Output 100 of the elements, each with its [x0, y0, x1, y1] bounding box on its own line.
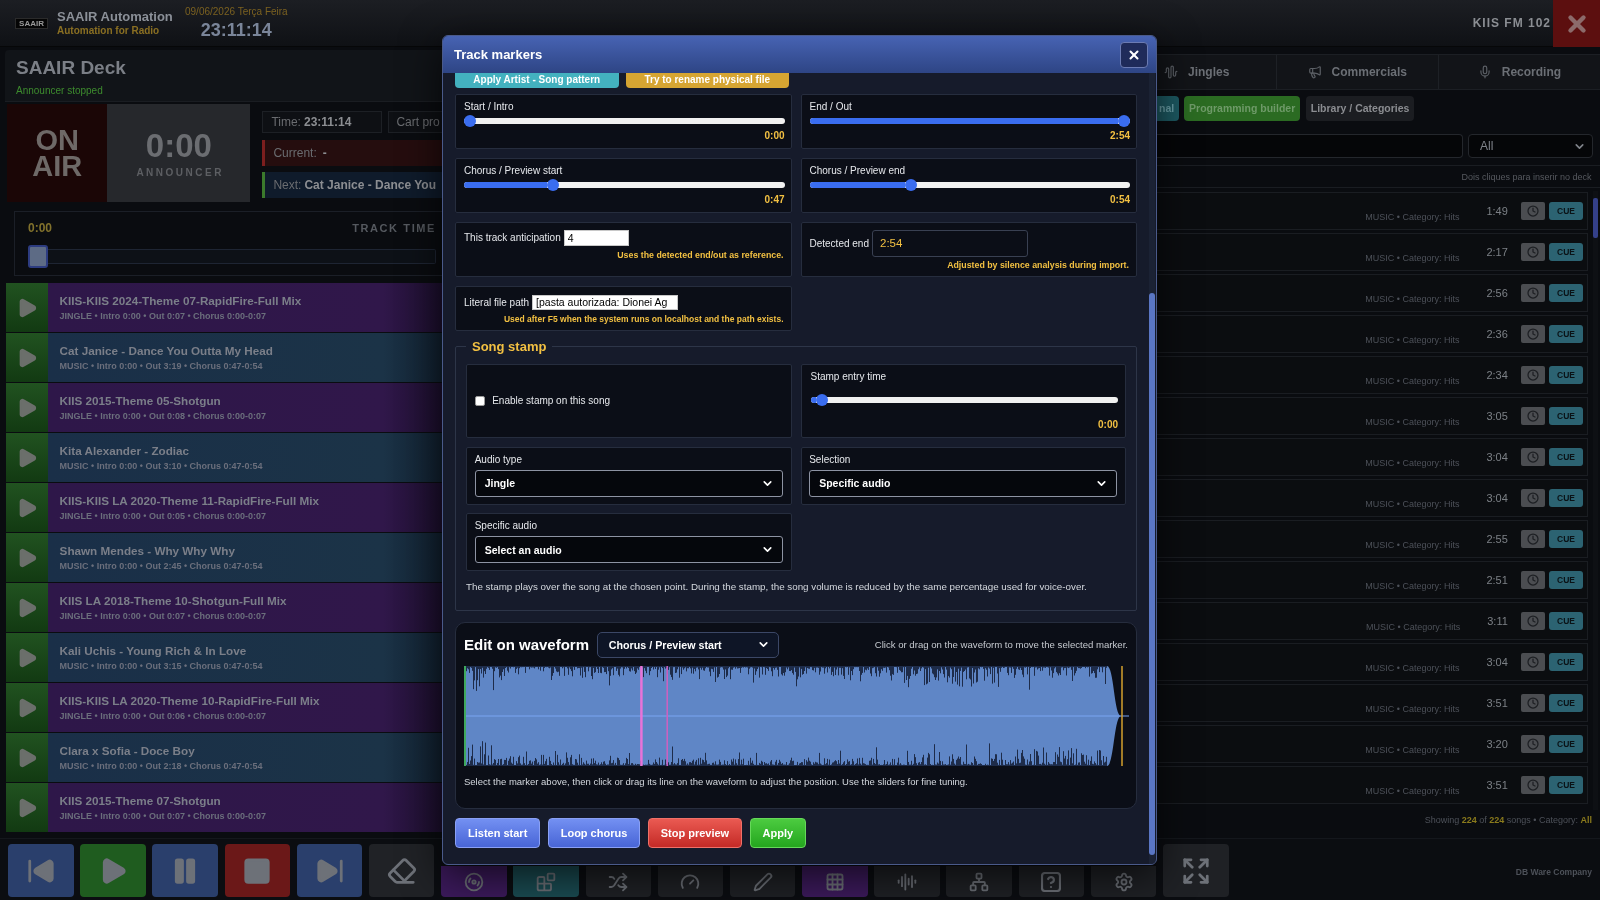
gauge-button[interactable] [657, 866, 724, 897]
library-row[interactable]: MUSIC • Category: Hits 3:11 CUE [1157, 602, 1588, 640]
schedule-button[interactable] [1521, 366, 1546, 385]
library-row[interactable]: MUSIC • Category: Hits 3:04 CUE [1157, 438, 1588, 476]
library-row[interactable]: MUSIC • Category: Hits 2:17 CUE [1157, 233, 1588, 271]
slider-thumb[interactable] [905, 179, 918, 192]
library-row[interactable]: MUSIC • Category: Hits 2:56 CUE [1157, 274, 1588, 312]
fullscreen-button[interactable] [1163, 844, 1229, 897]
search-field[interactable] [1157, 133, 1463, 159]
schedule-button[interactable] [1521, 776, 1546, 795]
cue-button[interactable]: CUE [1549, 694, 1583, 713]
specific-audio-select[interactable]: Select an audio [474, 536, 783, 564]
file-path-field[interactable]: [pasta autorizada: Dionei Ag [532, 294, 679, 311]
slider-track[interactable] [464, 182, 785, 189]
cue-button[interactable]: CUE [1549, 448, 1583, 467]
help-button[interactable] [1018, 866, 1085, 897]
playlist-item[interactable]: KIIS-KIIS LA 2020-Theme 11-RapidFire-Full Mix JINGLE • Intro 0:00 • Out 0:05 • Chorus 0:00-0:07 [47, 483, 442, 532]
action-button[interactable]: Apply Artist - Song pattern [455, 73, 619, 88]
schedule-button[interactable] [1521, 530, 1546, 549]
apply-button[interactable]: Apply [749, 818, 807, 849]
scrollbar[interactable] [1149, 73, 1155, 864]
playlist-item[interactable]: KIIS 2015-Theme 07-Shotgun JINGLE • Intro 0:00 • Out 0:07 • Chorus 0:00-0:07 [47, 783, 442, 832]
cue-button[interactable]: CUE [1549, 612, 1583, 631]
schedule-button[interactable] [1521, 735, 1546, 754]
waveform[interactable] [464, 665, 1129, 766]
cue-button[interactable]: CUE [1549, 202, 1583, 221]
pause-button[interactable] [152, 844, 218, 897]
playlist-item[interactable]: Kali Uchis - Young Rich & In Love MUSIC • Intro 0:00 • Out 3:15 • Chorus 0:47-0:54 [47, 633, 442, 682]
library-row[interactable]: MUSIC • Category: Hits 2:51 CUE [1157, 561, 1588, 599]
play-button[interactable] [6, 533, 48, 582]
playlist-item[interactable]: KIIS 2015-Theme 05-Shotgun JINGLE • Intro 0:00 • Out 0:08 • Chorus 0:00-0:07 [47, 383, 442, 432]
playlist-item[interactable]: Shawn Mendes - Why Why Why MUSIC • Intro 0:00 • Out 2:45 • Chorus 0:47-0:54 [47, 533, 442, 582]
cue-button[interactable]: CUE [1549, 325, 1583, 344]
schedule-button[interactable] [1521, 407, 1546, 426]
playlist-item[interactable]: Cat Janice - Dance You Outta My Head MUSIC • Intro 0:00 • Out 3:19 • Chorus 0:47-0:54 [47, 333, 442, 382]
library-row[interactable]: MUSIC • Category: Hits 2:55 CUE [1157, 520, 1588, 558]
cue-button[interactable]: CUE [1549, 776, 1583, 795]
blocks-button[interactable] [513, 866, 579, 897]
library-row[interactable]: MUSIC • Category: Hits 1:49 CUE [1157, 192, 1588, 230]
schedule-button[interactable] [1521, 325, 1546, 344]
library-row[interactable]: MUSIC • Category: Hits 3:20 CUE [1157, 725, 1588, 763]
slider-thumb[interactable] [547, 179, 560, 192]
scrollbar-thumb[interactable] [1593, 198, 1598, 239]
cue-button[interactable]: CUE [1549, 653, 1583, 672]
play-button[interactable] [6, 683, 48, 732]
tab[interactable]: Recording [1437, 54, 1600, 89]
preview-button[interactable]: Loop chorus [547, 818, 641, 849]
cue-button[interactable]: CUE [1549, 366, 1583, 385]
progress-track[interactable] [48, 249, 436, 265]
playlist-item[interactable]: KIIS-KIIS LA 2020-Theme 10-RapidFire-Full Mix JINGLE • Intro 0:00 • Out 0:06 • Chorus 0:00-0:07 [47, 683, 442, 732]
tab[interactable]: Jingles [1157, 54, 1276, 89]
previous-button[interactable] [8, 844, 74, 897]
grid-button[interactable] [802, 866, 868, 897]
library-row[interactable]: MUSIC • Category: Hits 3:04 CUE [1157, 479, 1588, 517]
play-button[interactable] [6, 733, 48, 782]
schedule-button[interactable] [1521, 448, 1546, 467]
play-button[interactable] [80, 844, 146, 897]
pen-button[interactable] [729, 866, 796, 897]
cue-button[interactable]: CUE [1549, 284, 1583, 303]
library-row[interactable]: MUSIC • Category: Hits 3:04 CUE [1157, 643, 1588, 681]
library-button[interactable]: nal [1157, 95, 1179, 121]
audio-type-select[interactable]: Jingle [474, 469, 783, 497]
slider-thumb[interactable] [464, 115, 476, 128]
cue-button[interactable]: CUE [1549, 530, 1583, 549]
cue-button[interactable]: CUE [1549, 489, 1583, 508]
category-select[interactable]: All [1468, 133, 1593, 159]
marker-select[interactable]: Chorus / Preview start [596, 631, 780, 659]
selection-select[interactable]: Specific audio [809, 469, 1118, 497]
slider-thumb[interactable] [816, 394, 829, 407]
schedule-button[interactable] [1521, 612, 1546, 631]
stop-button[interactable] [224, 844, 291, 897]
library-button[interactable]: Library / Categories [1305, 95, 1415, 121]
audio-bars-button[interactable] [874, 866, 940, 897]
cue-button[interactable]: CUE [1549, 407, 1583, 426]
anticipation-field[interactable]: 4 [563, 229, 630, 247]
preview-button[interactable]: Listen start [455, 818, 541, 849]
playlist-item[interactable]: Kita Alexander - Zodiac MUSIC • Intro 0:00 • Out 3:10 • Chorus 0:47-0:54 [47, 433, 442, 482]
cue-button[interactable]: CUE [1549, 243, 1583, 262]
schedule-button[interactable] [1521, 694, 1546, 713]
progress-handle[interactable] [28, 245, 48, 269]
close-button[interactable] [1120, 41, 1148, 68]
slider-track[interactable] [464, 118, 785, 125]
detected-end-field[interactable]: 2:54 [872, 229, 1028, 257]
cue-button[interactable]: CUE [1549, 735, 1583, 754]
schedule-button[interactable] [1521, 571, 1546, 590]
slider-thumb[interactable] [1118, 115, 1130, 128]
library-row[interactable]: MUSIC • Category: Hits 3:51 CUE [1157, 766, 1588, 804]
play-button[interactable] [6, 333, 48, 382]
schedule-button[interactable] [1521, 243, 1546, 262]
settings-button[interactable] [1090, 866, 1157, 897]
scrollbar[interactable] [1593, 191, 1598, 811]
play-button[interactable] [6, 383, 48, 432]
slider-track[interactable] [810, 397, 1118, 404]
play-button[interactable] [6, 583, 48, 632]
library-row[interactable]: MUSIC • Category: Hits 2:36 CUE [1157, 315, 1588, 353]
schedule-button[interactable] [1521, 284, 1546, 303]
stop-button[interactable]: Stop preview [647, 818, 743, 849]
playlist-item[interactable]: Clara x Sofia - Doce Boy MUSIC • Intro 0:00 • Out 2:18 • Chorus 0:47-0:54 [47, 733, 442, 782]
play-button[interactable] [6, 283, 48, 332]
slider-track[interactable] [809, 182, 1130, 189]
